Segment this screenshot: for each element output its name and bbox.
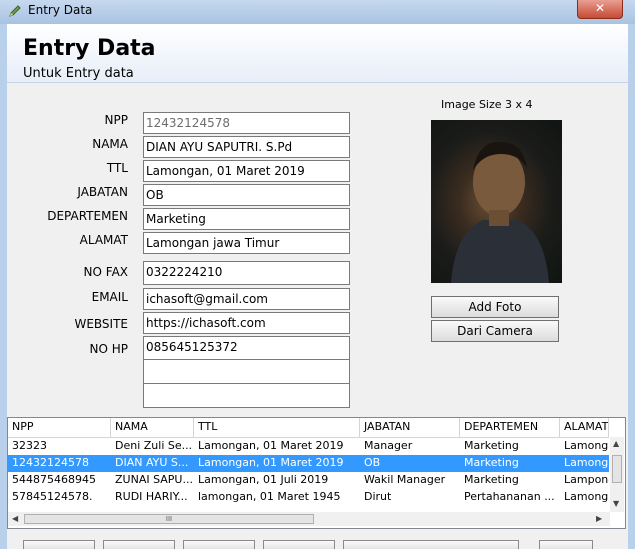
cell-jabatan: Manager (364, 439, 413, 452)
cell-nama: ZUNAI SAPU... (115, 473, 193, 486)
cell-departemen: Marketing (464, 439, 519, 452)
jabatan-field[interactable]: OB (143, 184, 350, 206)
cell-npp: 12432124578 (12, 456, 89, 469)
column-header-nama[interactable]: NAMA (111, 418, 194, 437)
npp-field[interactable]: 12432124578 (143, 112, 350, 134)
label-no-fax: NO FAX (83, 265, 128, 279)
cell-npp: 544875468945 (12, 473, 96, 486)
image-size-label: Image Size 3 x 4 (441, 98, 533, 111)
form-header: Entry Data Untuk Entry data (7, 24, 628, 83)
column-header-npp[interactable]: NPP (8, 418, 111, 437)
cell-alamat: Lampong (564, 473, 609, 486)
cell-departemen: Marketing (464, 456, 519, 469)
column-header-alamat[interactable]: ALAMAT (560, 418, 609, 437)
horizontal-scroll-thumb[interactable]: III (24, 514, 314, 524)
label-no-hp: NO HP (89, 342, 129, 356)
close-button[interactable]: ✕ (577, 0, 623, 19)
table-row[interactable]: 57845124578. RUDI HARIY... lamongan, 01 Ma… (8, 489, 609, 506)
cell-nama: Deni Zuli Se... (115, 439, 193, 452)
cell-departemen: Pertahananan ... (464, 490, 555, 503)
no-fax-field[interactable]: 0322224210 (143, 261, 350, 285)
table-row[interactable]: 32323 Deni Zuli Se... Lamongan, 01 Maret 2… (8, 438, 609, 455)
cell-jabatan: Wakil Manager (364, 473, 446, 486)
email-field[interactable]: ichasoft@gmail.com (143, 288, 350, 310)
window-title: Entry Data (28, 3, 93, 17)
label-alamat: ALAMAT (79, 233, 128, 247)
nama-field[interactable]: DIAN AYU SAPUTRI. S.Pd (143, 136, 350, 158)
field-divider (143, 383, 350, 384)
toolbar-button[interactable] (23, 540, 95, 549)
vertical-scrollbar[interactable]: ▲ ▼ (610, 437, 624, 512)
label-website: WEBSITE (74, 317, 128, 331)
table-row[interactable]: 12432124578 DIAN AYU S... Lamongan, 01 Mar… (8, 455, 609, 472)
cell-alamat: Lamonga (564, 490, 609, 503)
cell-nama: DIAN AYU S... (115, 456, 189, 469)
label-nama: NAMA (92, 137, 128, 151)
cell-alamat: Lamonga (564, 439, 609, 452)
pencil-icon (9, 5, 21, 17)
photo-preview (431, 120, 562, 283)
cell-ttl: Lamongan, 01 Juli 2019 (198, 473, 329, 486)
label-jabatan: JABATAN (77, 185, 128, 199)
toolbar-button[interactable] (103, 540, 175, 549)
label-departemen: DEPARTEMEN (47, 209, 128, 223)
bottom-toolbar (7, 540, 628, 549)
toolbar-button[interactable] (183, 540, 255, 549)
portrait-image (451, 141, 549, 283)
cell-ttl: Lamongan, 01 Maret 2019 (198, 456, 344, 469)
from-camera-button[interactable]: Dari Camera (431, 320, 559, 342)
label-ttl: TTL (106, 161, 128, 175)
scroll-right-icon[interactable]: ▶ (596, 514, 602, 523)
vertical-scroll-thumb[interactable] (612, 455, 622, 483)
toolbar-button[interactable] (539, 540, 593, 549)
no-hp-field[interactable]: 085645125372 (143, 336, 350, 408)
table-row[interactable]: 544875468945 ZUNAI SAPU... Lamongan, 01 Ju… (8, 472, 609, 489)
window-frame-right (628, 24, 635, 549)
cell-jabatan: OB (364, 456, 381, 469)
alamat-field[interactable]: Lamongan jawa Timur (143, 232, 350, 254)
cell-nama: RUDI HARIY... (115, 490, 188, 503)
departemen-field[interactable]: Marketing (143, 208, 350, 230)
title-bar: Entry Data ✕ (0, 0, 635, 24)
data-grid[interactable]: NPP NAMA TTL JABATAN DEPARTEMEN ALAMAT 3… (7, 417, 626, 529)
cell-ttl: Lamongan, 01 Maret 2019 (198, 439, 344, 452)
column-header-jabatan[interactable]: JABATAN (360, 418, 460, 437)
cell-departemen: Marketing (464, 473, 519, 486)
cell-npp: 32323 (12, 439, 47, 452)
scroll-up-icon[interactable]: ▲ (613, 439, 619, 448)
grid-header: NPP NAMA TTL JABATAN DEPARTEMEN ALAMAT (8, 418, 609, 438)
label-npp: NPP (104, 113, 128, 127)
toolbar-button[interactable] (343, 540, 519, 549)
no-hp-value: 085645125372 (146, 340, 238, 354)
scroll-down-icon[interactable]: ▼ (613, 499, 619, 508)
field-divider (143, 359, 350, 360)
page-title: Entry Data (23, 36, 156, 61)
page-subtitle: Untuk Entry data (23, 66, 134, 81)
window-frame-left (0, 24, 7, 549)
scroll-left-icon[interactable]: ◀ (12, 514, 18, 523)
ttl-field[interactable]: Lamongan, 01 Maret 2019 (143, 160, 350, 182)
column-header-departemen[interactable]: DEPARTEMEN (460, 418, 560, 437)
cell-npp: 57845124578. (12, 490, 93, 503)
horizontal-scrollbar[interactable]: ◀ III ▶ (8, 512, 610, 526)
website-field[interactable]: https://ichasoft.com (143, 312, 350, 334)
toolbar-button[interactable] (263, 540, 335, 549)
cell-ttl: lamongan, 01 Maret 1945 (198, 490, 341, 503)
column-header-ttl[interactable]: TTL (194, 418, 360, 437)
label-email: EMAIL (91, 290, 128, 304)
cell-alamat: Lamonga (564, 456, 609, 469)
cell-jabatan: Dirut (364, 490, 392, 503)
add-photo-button[interactable]: Add Foto (431, 296, 559, 318)
